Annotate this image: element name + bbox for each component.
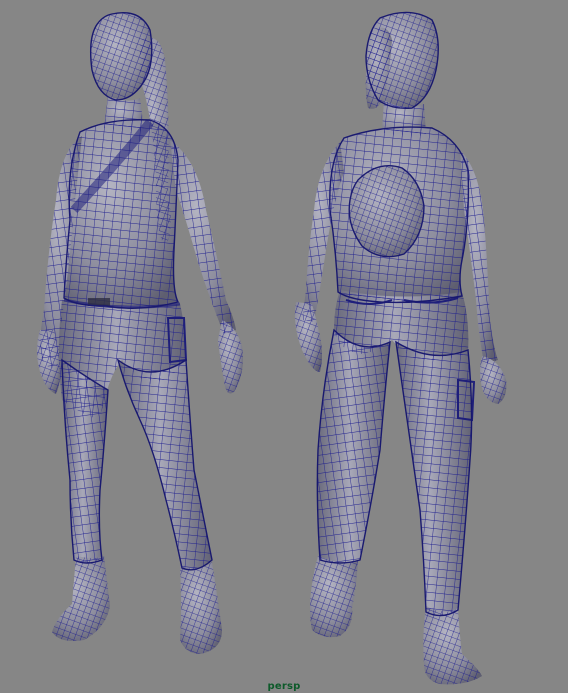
back-wireframe — [294, 11, 507, 685]
perspective-viewport[interactable]: persp — [0, 0, 568, 693]
character-back[interactable] — [294, 11, 507, 685]
backpack — [348, 165, 425, 258]
viewport-scene[interactable] — [0, 0, 568, 693]
camera-name-label: persp — [267, 681, 301, 692]
character-front[interactable] — [37, 12, 243, 654]
front-wireframe — [37, 12, 243, 654]
